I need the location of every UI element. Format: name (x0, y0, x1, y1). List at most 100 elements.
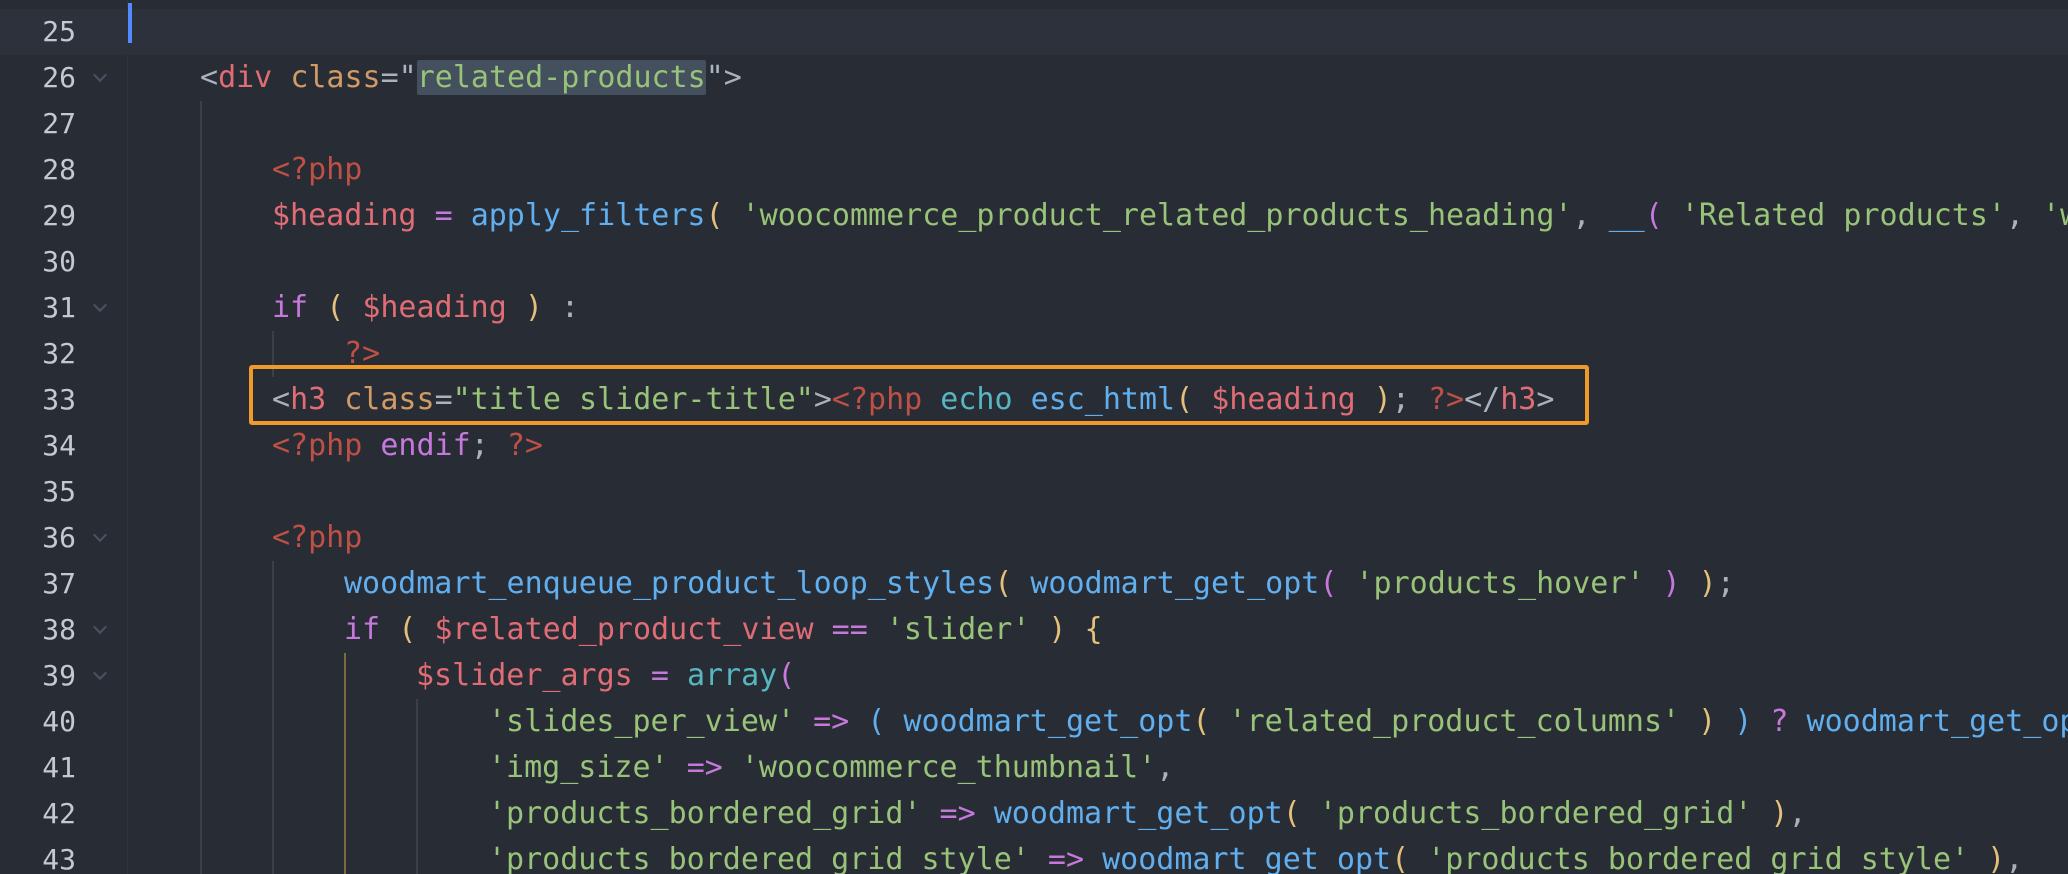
code-token: class (290, 60, 381, 95)
code-line[interactable]: 43 'products_bordered_grid_style' => wood… (0, 837, 2068, 874)
code-token: ; (1716, 566, 1735, 601)
code-line[interactable]: 38 if ( $related_product_view == 'slider'… (0, 607, 2068, 653)
code-token: < (200, 60, 219, 95)
code-text[interactable]: 'products_bordered_grid_style' => woodma… (488, 837, 2023, 874)
code-token: => (686, 750, 723, 785)
code-line[interactable]: 35 (0, 469, 2068, 515)
code-token: = (650, 658, 669, 693)
code-line[interactable]: 31 if ( $heading ) : (0, 285, 2068, 331)
fold-chevron-icon[interactable] (92, 619, 108, 635)
code-token: woodmart_get_opt (993, 796, 1283, 831)
code-text[interactable]: if ( $related_product_view == 'slider' )… (344, 607, 1103, 653)
line-number: 39 (42, 659, 76, 692)
code-token: ) (524, 290, 543, 325)
code-line[interactable]: 34 <?php endif; ?> (0, 423, 2068, 469)
code-token: "> (705, 60, 742, 95)
code-token: $slider_args (416, 658, 633, 693)
code-token: 'related_product_columns' (1228, 704, 1681, 739)
code-token: , (2005, 842, 2024, 874)
code-text[interactable]: if ( $heading ) : (272, 285, 579, 331)
code-line[interactable]: 29 $heading = apply_filters( 'woocommerce… (0, 193, 2068, 239)
code-line[interactable]: 28 <?php (0, 147, 2068, 193)
code-token: , (1156, 750, 1175, 785)
line-number: 28 (42, 153, 76, 186)
line-number: 41 (42, 751, 76, 784)
line-number: 30 (42, 245, 76, 278)
line-number: 25 (42, 15, 76, 48)
code-line[interactable]: 36 <?php (0, 515, 2068, 561)
code-line[interactable]: 25 (0, 9, 2068, 55)
code-token: array (686, 658, 778, 693)
code-text[interactable]: 'slides_per_view' => ( woodmart_get_opt(… (488, 699, 2068, 745)
code-editor[interactable]: 25 26 <div class="related-products"> 27 28 <?… (0, 0, 2068, 874)
code-token: 'products_bordered_grid_style' (1427, 842, 1970, 874)
code-token: == (831, 612, 868, 647)
code-token: $related_product_view (434, 612, 814, 647)
code-token: 'products_bordered_grid' (1318, 796, 1753, 831)
code-text[interactable]: <?php (272, 147, 362, 193)
code-text[interactable]: 'products_bordered_grid' => woodmart_get… (488, 791, 1807, 837)
code-line[interactable]: 26 <div class="related-products"> (0, 55, 2068, 101)
code-text[interactable]: <div class="related-products"> (200, 55, 742, 101)
code-line[interactable]: 41 'img_size' => 'woocommerce_thumbnail', (0, 745, 2068, 791)
code-token: => (939, 796, 976, 831)
fold-chevron-icon[interactable] (92, 665, 108, 681)
code-token: , (2005, 198, 2043, 233)
code-token: ( (1391, 842, 1410, 874)
line-number: 35 (42, 475, 76, 508)
code-line[interactable]: 39 $slider_args = array( (0, 653, 2068, 699)
code-token: ( (1319, 566, 1338, 601)
fold-chevron-icon[interactable] (92, 297, 108, 313)
code-line[interactable]: 42 'products_bordered_grid' => woodmart_g… (0, 791, 2068, 837)
code-token: => (1047, 842, 1085, 874)
line-number: 36 (42, 521, 76, 554)
code-token: 'slider' (885, 612, 1031, 647)
code-line[interactable]: 40 'slides_per_view' => ( woodmart_get_op… (0, 699, 2068, 745)
fold-chevron-icon[interactable] (92, 67, 108, 83)
code-token: $heading (272, 198, 417, 233)
code-line[interactable]: 30 (0, 239, 2068, 285)
code-text[interactable]: 'img_size' => 'woocommerce_thumbnail', (488, 745, 1174, 791)
code-token: woodmart_enqueue_product_loop_styles (344, 566, 995, 601)
code-token: endif (380, 428, 471, 463)
line-number: 40 (42, 705, 76, 738)
code-token: apply_filters (470, 198, 706, 233)
fold-chevron-icon[interactable] (92, 527, 108, 543)
code-text[interactable]: <?php (272, 515, 362, 561)
code-text[interactable]: $slider_args = array( (416, 653, 795, 699)
code-token: , (1572, 198, 1609, 233)
code-token: ( (398, 612, 417, 647)
code-text[interactable]: <?php endif; ?> (272, 423, 543, 469)
code-text[interactable]: $heading = apply_filters( 'woocommerce_p… (272, 193, 2068, 239)
code-text[interactable]: woodmart_enqueue_product_loop_styles( wo… (344, 561, 1735, 607)
code-line[interactable]: 27 (0, 101, 2068, 147)
text-cursor (128, 3, 132, 43)
code-token: : (542, 290, 580, 325)
code-token: 'products_bordered_grid' (488, 796, 922, 831)
code-token: 'slides_per_view' (488, 704, 796, 739)
code-token: ( (1644, 198, 1663, 233)
code-line[interactable]: 37 woodmart_enqueue_product_loop_styles( … (0, 561, 2068, 607)
